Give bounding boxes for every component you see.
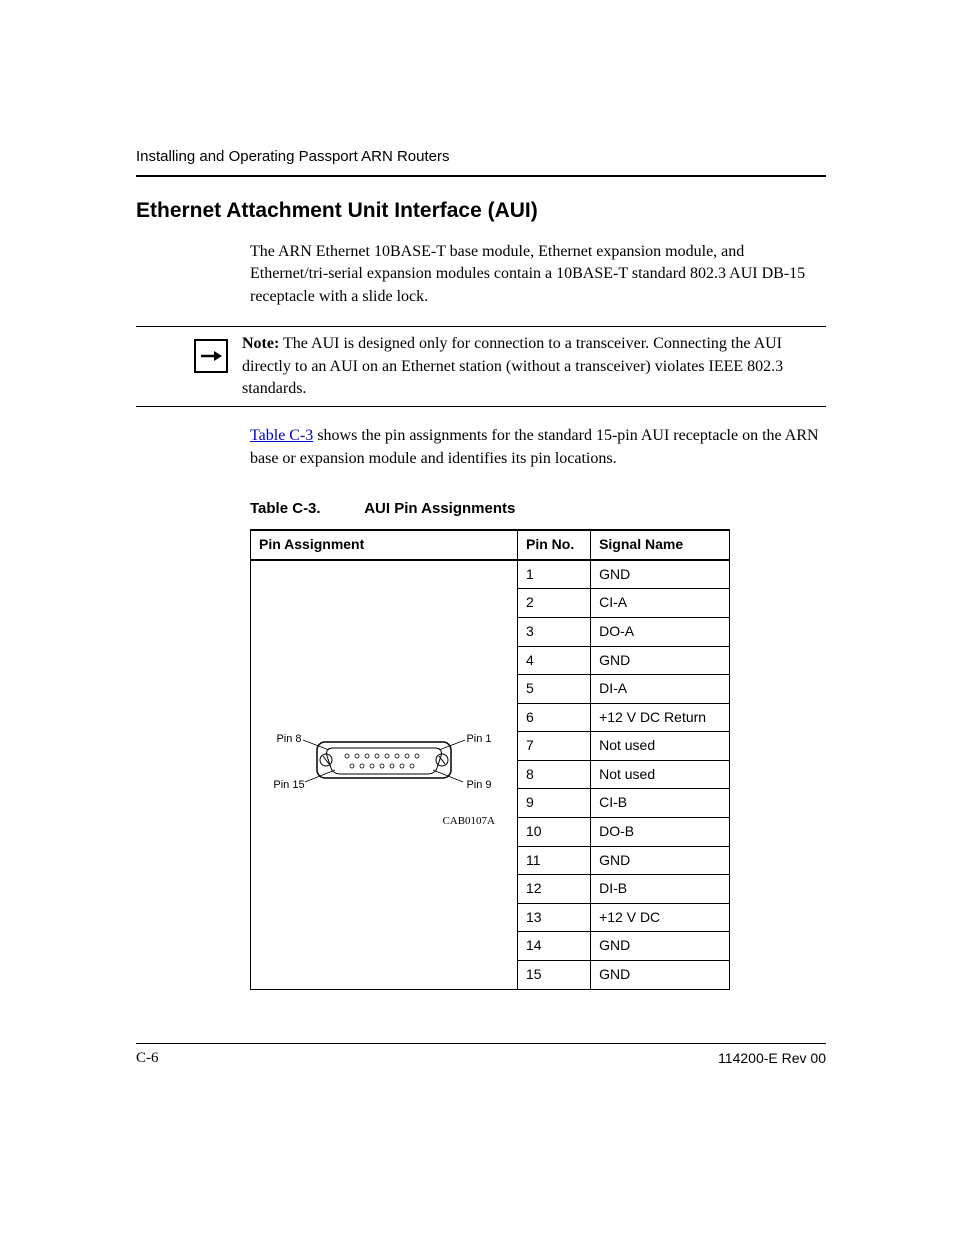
page: Installing and Operating Passport ARN Ro… bbox=[0, 0, 954, 1235]
signal-name: +12 V DC Return bbox=[591, 703, 730, 732]
pin-no: 6 bbox=[518, 703, 591, 732]
table-row: Pin 8 Pin 1 Pin 15 Pin 9 bbox=[251, 560, 730, 589]
diagram-drawing-id: CAB0107A bbox=[259, 814, 509, 829]
section-heading: Ethernet Attachment Unit Interface (AUI) bbox=[136, 199, 826, 223]
pin-no: 14 bbox=[518, 932, 591, 961]
pin9-label: Pin 9 bbox=[466, 779, 491, 791]
note-text: Note: The AUI is designed only for conne… bbox=[242, 333, 826, 400]
signal-name: GND bbox=[591, 646, 730, 675]
signal-name: GND bbox=[591, 961, 730, 990]
pin-no: 13 bbox=[518, 903, 591, 932]
signal-name: GND bbox=[591, 846, 730, 875]
body-block: The ARN Ethernet 10BASE-T base module, E… bbox=[250, 241, 826, 308]
pin8-label: Pin 8 bbox=[276, 733, 301, 745]
signal-name: +12 V DC bbox=[591, 903, 730, 932]
table-header-row: Pin Assignment Pin No. Signal Name bbox=[251, 530, 730, 560]
pin-no: 9 bbox=[518, 789, 591, 818]
pin-no: 5 bbox=[518, 675, 591, 704]
signal-name: DO-B bbox=[591, 818, 730, 847]
db15-connector-icon: Pin 8 Pin 1 Pin 15 Pin 9 bbox=[269, 720, 499, 810]
signal-name: DI-B bbox=[591, 875, 730, 904]
pin-no: 15 bbox=[518, 961, 591, 990]
pin-no: 11 bbox=[518, 846, 591, 875]
signal-name: Not used bbox=[591, 760, 730, 789]
signal-name: DI-A bbox=[591, 675, 730, 704]
pin-no: 12 bbox=[518, 875, 591, 904]
pin-no: 1 bbox=[518, 560, 591, 589]
pin-assignment-table: Pin Assignment Pin No. Signal Name Pin 8… bbox=[250, 529, 730, 990]
table-xref-link[interactable]: Table C-3 bbox=[250, 427, 313, 444]
signal-name: DO-A bbox=[591, 617, 730, 646]
table-header: Pin Assignment bbox=[251, 530, 518, 560]
pin15-label: Pin 15 bbox=[273, 779, 304, 791]
note-body: The AUI is designed only for connection … bbox=[242, 335, 783, 397]
table-header: Signal Name bbox=[591, 530, 730, 560]
table-caption-number: Table C-3. bbox=[250, 498, 321, 519]
table-caption: Table C-3. AUI Pin Assignments bbox=[250, 498, 826, 519]
pin1-label: Pin 1 bbox=[466, 733, 491, 745]
table-caption-title: AUI Pin Assignments bbox=[364, 500, 515, 517]
xref-paragraph: Table C-3 shows the pin assignments for … bbox=[250, 425, 826, 470]
table-header: Pin No. bbox=[518, 530, 591, 560]
signal-name: GND bbox=[591, 560, 730, 589]
pin-no: 7 bbox=[518, 732, 591, 761]
pin-no: 3 bbox=[518, 617, 591, 646]
signal-name: Not used bbox=[591, 732, 730, 761]
xref-paragraph-block: Table C-3 shows the pin assignments for … bbox=[250, 425, 826, 989]
pin-no: 2 bbox=[518, 589, 591, 618]
xref-rest: shows the pin assignments for the standa… bbox=[250, 427, 819, 466]
note-block: Note: The AUI is designed only for conne… bbox=[136, 326, 826, 407]
signal-name: CI-A bbox=[591, 589, 730, 618]
note-label: Note: bbox=[242, 335, 279, 352]
pin-no: 4 bbox=[518, 646, 591, 675]
note-arrow-icon bbox=[194, 339, 228, 373]
page-number: C-6 bbox=[136, 1050, 159, 1067]
doc-revision: 114200-E Rev 00 bbox=[718, 1050, 826, 1067]
pin-no: 8 bbox=[518, 760, 591, 789]
connector-diagram-cell: Pin 8 Pin 1 Pin 15 Pin 9 bbox=[251, 560, 518, 989]
signal-name: GND bbox=[591, 932, 730, 961]
pin-no: 10 bbox=[518, 818, 591, 847]
footer-rule bbox=[136, 1043, 826, 1044]
page-footer: C-6 114200-E Rev 00 bbox=[136, 1043, 826, 1067]
intro-paragraph: The ARN Ethernet 10BASE-T base module, E… bbox=[250, 241, 826, 308]
header-rule bbox=[136, 175, 826, 177]
signal-name: CI-B bbox=[591, 789, 730, 818]
running-head: Installing and Operating Passport ARN Ro… bbox=[136, 148, 826, 165]
